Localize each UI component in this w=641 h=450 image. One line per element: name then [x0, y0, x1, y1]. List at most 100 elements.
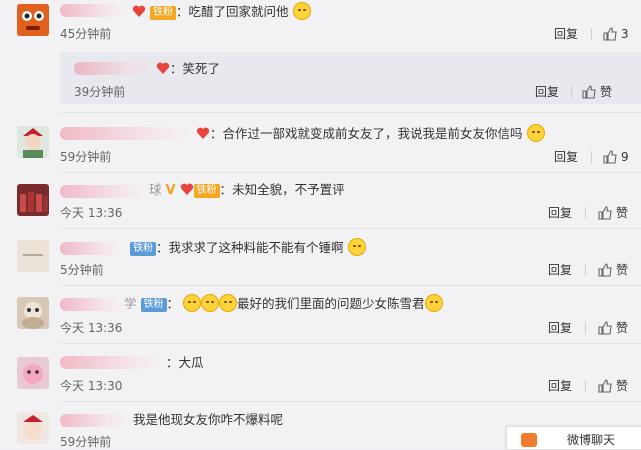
reply-button[interactable]: 回复 [554, 26, 578, 42]
separator [591, 28, 592, 40]
separator [585, 264, 586, 276]
emoji-icon [292, 2, 311, 20]
divider [60, 172, 641, 173]
separator [591, 151, 592, 163]
comment-time: 今天 13:36 [60, 321, 123, 335]
username[interactable] [60, 4, 130, 17]
reply-time: 39分钟前 [74, 85, 126, 99]
divider [60, 285, 641, 286]
chat-popup-label: 微博聊天 [567, 433, 616, 447]
avatar-image [17, 412, 49, 444]
like-button[interactable]: 赞 [598, 262, 628, 278]
chat-popup[interactable]: 微博聊天 [506, 426, 641, 450]
avatar-image [17, 126, 49, 158]
thumb-up-icon [603, 150, 617, 164]
comment-time: 今天 13:30 [60, 379, 123, 393]
avatar-image [17, 357, 49, 389]
like-button[interactable]: 赞 [598, 378, 628, 394]
iron-fan-badge: 铁粉 [193, 184, 220, 198]
comment-text: 最好的我们里面的问题少女陈雪君 [237, 296, 425, 311]
separator [571, 86, 572, 98]
username-tail: 学 [124, 296, 137, 311]
avatar[interactable] [17, 240, 49, 272]
comment-time: 45分钟前 [60, 27, 112, 41]
like-button[interactable]: 赞 [598, 205, 628, 221]
reply-button[interactable]: 回复 [548, 378, 572, 394]
heart-icon [196, 127, 210, 139]
thumb-up-icon [582, 85, 596, 99]
username[interactable] [60, 298, 125, 311]
vip-icon: V [165, 183, 176, 198]
like-label: 赞 [616, 263, 629, 277]
comment-text: 合作过一部戏就变成前女友了，我说我是前女友你信吗 [222, 126, 523, 141]
emoji-icon [526, 124, 545, 142]
username[interactable] [60, 242, 125, 255]
username[interactable] [74, 62, 154, 75]
avatar-image [17, 240, 49, 272]
avatar-image [17, 184, 49, 216]
like-button[interactable]: 赞 [582, 84, 612, 100]
heart-icon [156, 62, 170, 74]
username[interactable] [60, 356, 165, 369]
avatar[interactable] [17, 4, 49, 36]
avatar-image [17, 4, 49, 36]
avatar[interactable] [17, 184, 49, 216]
iron-fan-badge: 铁粉 [140, 298, 167, 312]
thumb-up-icon [598, 206, 612, 220]
username[interactable] [60, 127, 195, 140]
thumb-up-icon [598, 263, 612, 277]
comment-time: 59分钟前 [60, 150, 112, 164]
username[interactable] [60, 185, 150, 198]
like-count: 3 [621, 27, 629, 41]
emoji-icon [424, 294, 443, 312]
comment-text: 我求求了这种料能不能有个锤啊 [168, 240, 344, 255]
like-count: 9 [621, 150, 629, 164]
divider [60, 401, 641, 402]
divider [60, 343, 641, 344]
separator [585, 322, 586, 334]
like-label: 赞 [616, 206, 629, 220]
chat-icon [521, 433, 537, 447]
reply-button[interactable]: 回复 [554, 149, 578, 165]
separator [585, 380, 586, 392]
divider [60, 112, 641, 113]
divider [60, 228, 641, 229]
comment-list: 铁粉 ：吃醋了回家就问他 45分钟前 回复 3 ：笑死了 39分钟前 回复 赞 ：… [0, 0, 641, 450]
reply-button[interactable]: 回复 [548, 320, 572, 336]
like-label: 赞 [616, 379, 629, 393]
like-button[interactable]: 9 [603, 149, 629, 165]
avatar-image [17, 297, 49, 329]
comment-time: 5分钟前 [60, 263, 104, 277]
avatar[interactable] [17, 126, 49, 158]
reply-button[interactable]: 回复 [535, 84, 559, 100]
like-button[interactable]: 3 [603, 26, 629, 42]
comment-text: 未知全貌，不予置评 [232, 182, 345, 197]
avatar[interactable] [17, 297, 49, 329]
avatar[interactable] [17, 412, 49, 444]
emoji-icon [219, 294, 237, 312]
like-button[interactable]: 赞 [598, 320, 628, 336]
username[interactable] [60, 414, 128, 427]
like-label: 赞 [616, 321, 629, 335]
comment-text: 我是他现女友你咋不爆料呢 [133, 412, 284, 427]
sub-reply: ：笑死了 39分钟前 回复 赞 [60, 52, 641, 104]
iron-fan-badge: 铁粉 [149, 6, 176, 20]
separator [585, 207, 586, 219]
heart-icon [180, 183, 193, 195]
emoji-icon [183, 294, 201, 312]
like-label: 赞 [600, 85, 613, 99]
comment-time: 今天 13:36 [60, 206, 123, 220]
emoji-icon [201, 294, 219, 312]
reply-button[interactable]: 回复 [548, 205, 572, 221]
reply-button[interactable]: 回复 [548, 262, 572, 278]
comment-text: 吃醋了回家就问他 [188, 4, 289, 19]
thumb-up-icon [603, 27, 617, 41]
comment-text: 大瓜 [178, 355, 204, 370]
thumb-up-icon [598, 379, 612, 393]
reply-text: 笑死了 [182, 61, 221, 76]
iron-fan-badge: 铁粉 [130, 242, 156, 256]
emoji-icon [347, 238, 366, 256]
heart-icon [132, 5, 146, 17]
avatar[interactable] [17, 357, 49, 389]
thumb-up-icon [598, 321, 612, 335]
